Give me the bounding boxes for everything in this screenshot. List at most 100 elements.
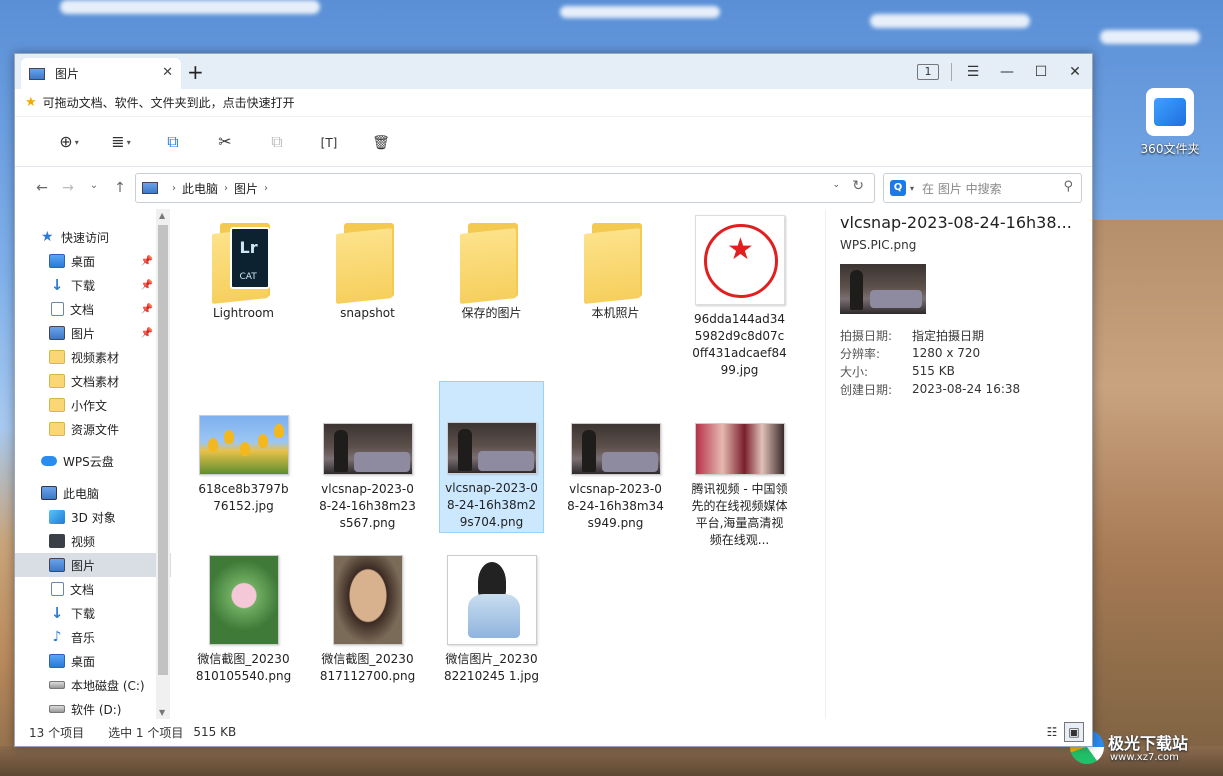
pin-icon[interactable]: 📌 bbox=[141, 280, 153, 291]
chevron-right-icon[interactable]: › bbox=[172, 183, 176, 194]
scrollbar-thumb[interactable] bbox=[158, 225, 168, 675]
chevron-down-icon[interactable]: ⌄ bbox=[832, 180, 840, 190]
sidebar-item-video-assets[interactable]: 视频素材 bbox=[15, 345, 171, 369]
property-value-link[interactable]: 指定拍摄日期 bbox=[912, 327, 984, 344]
sidebar-item-pc-downloads[interactable]: ↓ 下载 bbox=[15, 601, 171, 625]
image-item[interactable]: 微信图片_2023082210245 1.jpg bbox=[439, 555, 544, 685]
nav-buttons: ← → ⌄ ↑ bbox=[29, 180, 133, 196]
sidebar-item-resources[interactable]: 资源文件 bbox=[15, 417, 171, 441]
minimize-button[interactable]: — bbox=[990, 64, 1024, 80]
image-item[interactable]: vlcsnap-2023-08-24-16h38m34s949.png bbox=[563, 423, 668, 532]
image-item[interactable]: vlcsnap-2023-08-24-16h38m23s567.png bbox=[315, 423, 420, 532]
cut-button[interactable]: ✂ bbox=[199, 132, 251, 151]
sidebar-item-pictures[interactable]: 图片 📌 bbox=[15, 321, 171, 345]
folder-item[interactable]: snapshot bbox=[315, 219, 420, 322]
sidebar-item-3d-objects[interactable]: 3D 对象 bbox=[15, 505, 171, 529]
sidebar-item-essay[interactable]: 小作文 bbox=[15, 393, 171, 417]
breadcrumb-pictures[interactable]: 图片 bbox=[234, 180, 258, 197]
new-tab-button[interactable]: + bbox=[187, 60, 204, 84]
scroll-down-icon[interactable]: ▼ bbox=[159, 708, 165, 717]
folder-item[interactable]: 保存的图片 bbox=[439, 219, 544, 322]
properties-list: 拍摄日期: 指定拍摄日期 分辨率: 1280 x 720 大小: 515 KB 创建日… bbox=[840, 326, 1092, 398]
sidebar-item-label: 下载 bbox=[71, 606, 96, 621]
image-item[interactable]: ★ 96dda144ad345982d9c8d07c0ff431adcaef84… bbox=[687, 215, 792, 379]
chevron-down-icon[interactable]: ▾ bbox=[910, 184, 914, 193]
sidebar-item-desktop[interactable]: 桌面 📌 bbox=[15, 249, 171, 273]
main-area: ★ 快速访问 桌面 📌 ↓ 下载 📌 文档 📌 图片 📌 视频素材 文档素材 小作文 资源文… bbox=[15, 209, 1092, 719]
file-name: 微信截图_20230817112700.png bbox=[319, 652, 416, 683]
sidebar-item-wps-cloud[interactable]: WPS云盘 bbox=[15, 449, 171, 473]
folder-item[interactable]: Lr CAT Lightroom bbox=[191, 219, 296, 322]
sidebar-item-documents[interactable]: 文档 📌 bbox=[15, 297, 171, 321]
pin-icon[interactable]: 📌 bbox=[141, 328, 153, 339]
rename-button[interactable]: [T] bbox=[303, 132, 355, 151]
desktop-icon-label: 360文件夹 bbox=[1140, 142, 1200, 156]
sidebar-item-label: 图片 bbox=[71, 558, 96, 573]
search-icon[interactable]: ⚲ bbox=[1063, 179, 1073, 194]
close-tab-icon[interactable]: ✕ bbox=[162, 65, 173, 80]
desktop-icon-360-folder[interactable]: 360文件夹 bbox=[1135, 88, 1205, 157]
tab-count-badge[interactable]: 1 bbox=[917, 63, 939, 80]
copy-button[interactable]: ⧉ bbox=[147, 132, 199, 152]
tab-pictures[interactable]: 图片 ✕ bbox=[21, 58, 181, 89]
sidebar-item-videos[interactable]: 视频 bbox=[15, 529, 171, 553]
sidebar-scrollbar[interactable]: ▲ ▼ bbox=[156, 209, 170, 719]
address-bar[interactable]: › 此电脑 › 图片 › ⌄ ↻ bbox=[135, 173, 875, 203]
sidebar-item-label: 资源文件 bbox=[71, 422, 120, 437]
details-view-icon[interactable]: ☷ bbox=[1042, 722, 1062, 742]
sidebar-item-pc-pictures[interactable]: 图片 bbox=[15, 553, 171, 577]
pictures-icon bbox=[142, 182, 158, 194]
view-button[interactable]: ≣ ▾ bbox=[95, 132, 147, 151]
image-item[interactable]: 微信截图_20230817112700.png bbox=[315, 555, 420, 685]
paste-button[interactable]: ⧉ bbox=[251, 132, 303, 152]
sidebar-item-label: 视频素材 bbox=[71, 350, 120, 365]
close-button[interactable]: ✕ bbox=[1058, 64, 1092, 80]
sidebar-item-label: 小作文 bbox=[71, 398, 108, 413]
desktop-cloud bbox=[560, 6, 720, 18]
file-name: 保存的图片 bbox=[461, 306, 522, 320]
search-engine-icon[interactable]: Q bbox=[890, 180, 906, 196]
sidebar-item-pc-documents[interactable]: 文档 bbox=[15, 577, 171, 601]
sidebar-item-drive-c[interactable]: 本地磁盘 (C:) bbox=[15, 673, 171, 697]
sidebar-item-music[interactable]: ♪ 音乐 bbox=[15, 625, 171, 649]
cube-icon bbox=[49, 510, 65, 524]
pin-icon[interactable]: 📌 bbox=[141, 304, 153, 315]
chevron-right-icon[interactable]: › bbox=[264, 183, 268, 194]
image-item-selected[interactable]: vlcsnap-2023-08-24-16h38m29s704.png bbox=[439, 381, 544, 533]
large-icons-view-icon[interactable]: ▣ bbox=[1064, 722, 1084, 742]
sidebar-item-quick-access[interactable]: ★ 快速访问 bbox=[15, 225, 171, 249]
delete-button[interactable]: 🗑 bbox=[355, 132, 407, 151]
maximize-button[interactable]: ☐ bbox=[1024, 64, 1058, 80]
chevron-right-icon[interactable]: › bbox=[224, 183, 228, 194]
recent-dropdown-icon[interactable]: ⌄ bbox=[81, 180, 107, 196]
forward-arrow-icon[interactable]: → bbox=[55, 180, 81, 196]
back-arrow-icon[interactable]: ← bbox=[29, 180, 55, 196]
property-row: 拍摄日期: 指定拍摄日期 bbox=[840, 326, 1092, 344]
rename-icon: [T] bbox=[320, 136, 338, 150]
refresh-icon[interactable]: ↻ bbox=[852, 178, 864, 194]
sidebar-item-document-assets[interactable]: 文档素材 bbox=[15, 369, 171, 393]
pin-icon[interactable]: 📌 bbox=[141, 256, 153, 267]
up-arrow-icon[interactable]: ↑ bbox=[107, 180, 133, 196]
sidebar-item-downloads[interactable]: ↓ 下载 📌 bbox=[15, 273, 171, 297]
menu-button[interactable]: ☰ bbox=[956, 64, 990, 80]
image-item[interactable]: 618ce8b3797b76152.jpg bbox=[191, 415, 296, 515]
preview-title: vlcsnap-2023-08-24-16h38... bbox=[840, 213, 1072, 232]
lotus-thumbnail bbox=[208, 555, 279, 645]
scroll-up-icon[interactable]: ▲ bbox=[159, 211, 165, 220]
search-box[interactable]: Q ▾ 在 图片 中搜索 ⚲ bbox=[883, 173, 1082, 203]
new-button[interactable]: ⊕ ▾ bbox=[43, 132, 95, 151]
folder-icon: Lr CAT bbox=[211, 219, 276, 304]
lightroom-logo-text: Lr bbox=[239, 238, 258, 257]
file-name: 微信图片_2023082210245 1.jpg bbox=[444, 652, 539, 683]
sidebar-item-this-pc[interactable]: 此电脑 bbox=[15, 481, 171, 505]
folder-item[interactable]: 本机照片 bbox=[563, 219, 668, 322]
folder-icon bbox=[1146, 88, 1194, 136]
property-row: 大小: 515 KB bbox=[840, 362, 1092, 380]
breadcrumb-this-pc[interactable]: 此电脑 bbox=[182, 180, 218, 197]
image-item[interactable]: 微信截图_20230810105540.png bbox=[191, 555, 296, 685]
favorites-bar[interactable]: ★ 可拖动文档、软件、文件夹到此，点击快速打开 bbox=[15, 89, 1092, 117]
image-item[interactable]: 腾讯视频 - 中国领先的在线视频媒体平台,海量高清视频在线观... bbox=[687, 423, 792, 549]
sidebar-item-pc-desktop[interactable]: 桌面 bbox=[15, 649, 171, 673]
status-bar: 13 个项目 选中 1 个项目 515 KB ☷ ▣ bbox=[15, 718, 1092, 746]
